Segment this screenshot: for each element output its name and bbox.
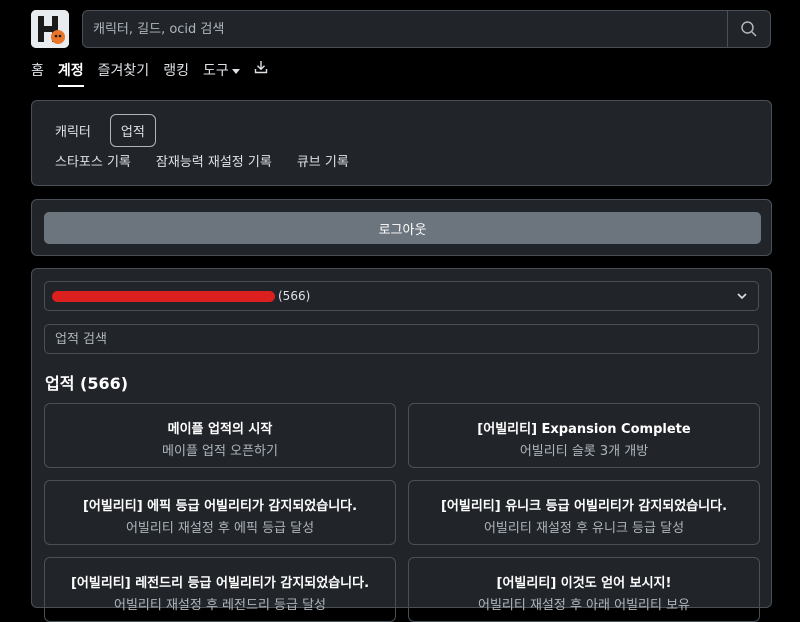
achievement-search-input[interactable] <box>44 324 759 354</box>
account-select[interactable]: (566) <box>44 281 759 311</box>
achievement-desc: 어빌리티 슬롯 3개 개방 <box>519 444 649 459</box>
subtab-cube-history[interactable]: 큐브 기록 <box>297 151 349 170</box>
nav-favorites[interactable]: 즐겨찾기 <box>98 60 150 80</box>
subtab-achievement[interactable]: 업적 <box>109 114 156 147</box>
logout-card: 로그아웃 <box>31 199 772 256</box>
achievement-desc: 어빌리티 재설정 후 레전드리 등급 달성 <box>113 598 327 613</box>
nav-account[interactable]: 계정 <box>57 60 84 87</box>
achievement-desc: 어빌리티 재설정 후 에픽 등급 달성 <box>125 521 315 536</box>
achievement-desc: 어빌리티 재설정 후 유니크 등급 달성 <box>483 521 685 536</box>
search-box <box>82 10 771 48</box>
subtab-character[interactable]: 캐릭터 <box>44 114 102 147</box>
achievement-card: (566) 업적 (566) 메이플 업적의 시작 메이플 업적 오픈하기 [어… <box>31 268 772 622</box>
achievement-title: [어빌리티] 유니크 등급 어빌리티가 감지되었습니다. <box>440 499 728 514</box>
logout-button[interactable]: 로그아웃 <box>44 212 761 244</box>
redacted-account-bar <box>52 290 275 302</box>
achievement-item[interactable]: [어빌리티] 레전드리 등급 어빌리티가 감지되었습니다. 어빌리티 재설정 후… <box>44 557 396 622</box>
chevron-down-icon <box>737 293 747 300</box>
caret-down-icon <box>231 68 240 74</box>
nav-home[interactable]: 홈 <box>31 60 44 80</box>
main-nav: 홈 계정 즐겨찾기 랭킹 도구 <box>31 60 268 88</box>
subtab-potential-history[interactable]: 잠재능력 재설정 기록 <box>156 151 272 170</box>
search-button[interactable] <box>727 11 770 47</box>
achievement-title: [어빌리티] 레전드리 등급 어빌리티가 감지되었습니다. <box>70 576 370 591</box>
nav-tools-label: 도구 <box>202 63 229 79</box>
search-icon <box>741 21 757 37</box>
nav-tools[interactable]: 도구 <box>203 60 240 80</box>
app-logo[interactable] <box>31 10 69 48</box>
achievement-title: [어빌리티] Expansion Complete <box>477 422 691 437</box>
achievement-item[interactable]: 메이플 업적의 시작 메이플 업적 오픈하기 <box>44 403 396 468</box>
download-icon <box>254 61 267 74</box>
achievement-section-title: 업적 (566) <box>45 374 129 393</box>
achievement-title: [어빌리티] 이것도 얻어 보시지! <box>496 576 672 591</box>
achievement-grid: 메이플 업적의 시작 메이플 업적 오픈하기 [어빌리티] Expansion … <box>44 403 760 622</box>
nav-ranking[interactable]: 랭킹 <box>163 60 189 80</box>
achievement-title: [어빌리티] 에픽 등급 어빌리티가 감지되었습니다. <box>82 499 358 514</box>
achievement-item[interactable]: [어빌리티] Expansion Complete 어빌리티 슬롯 3개 개방 <box>408 403 760 468</box>
account-subtabs-card: 캐릭터 업적 스타포스 기록 잠재능력 재설정 기록 큐브 기록 <box>31 100 772 186</box>
achievement-desc: 어빌리티 재설정 후 아래 어빌리티 보유 <box>477 598 691 613</box>
subtab-starforce-history[interactable]: 스타포스 기록 <box>55 151 131 170</box>
account-select-count: (566) <box>278 289 311 303</box>
achievement-item[interactable]: [어빌리티] 유니크 등급 어빌리티가 감지되었습니다. 어빌리티 재설정 후 … <box>408 480 760 545</box>
search-input[interactable] <box>83 11 727 47</box>
achievement-desc: 메이플 업적 오픈하기 <box>162 444 278 459</box>
achievement-title: 메이플 업적의 시작 <box>167 422 273 437</box>
achievement-item[interactable]: [어빌리티] 이것도 얻어 보시지! 어빌리티 재설정 후 아래 어빌리티 보유 <box>408 557 760 622</box>
achievement-item[interactable]: [어빌리티] 에픽 등급 어빌리티가 감지되었습니다. 어빌리티 재설정 후 에… <box>44 480 396 545</box>
nav-download[interactable] <box>254 60 268 77</box>
